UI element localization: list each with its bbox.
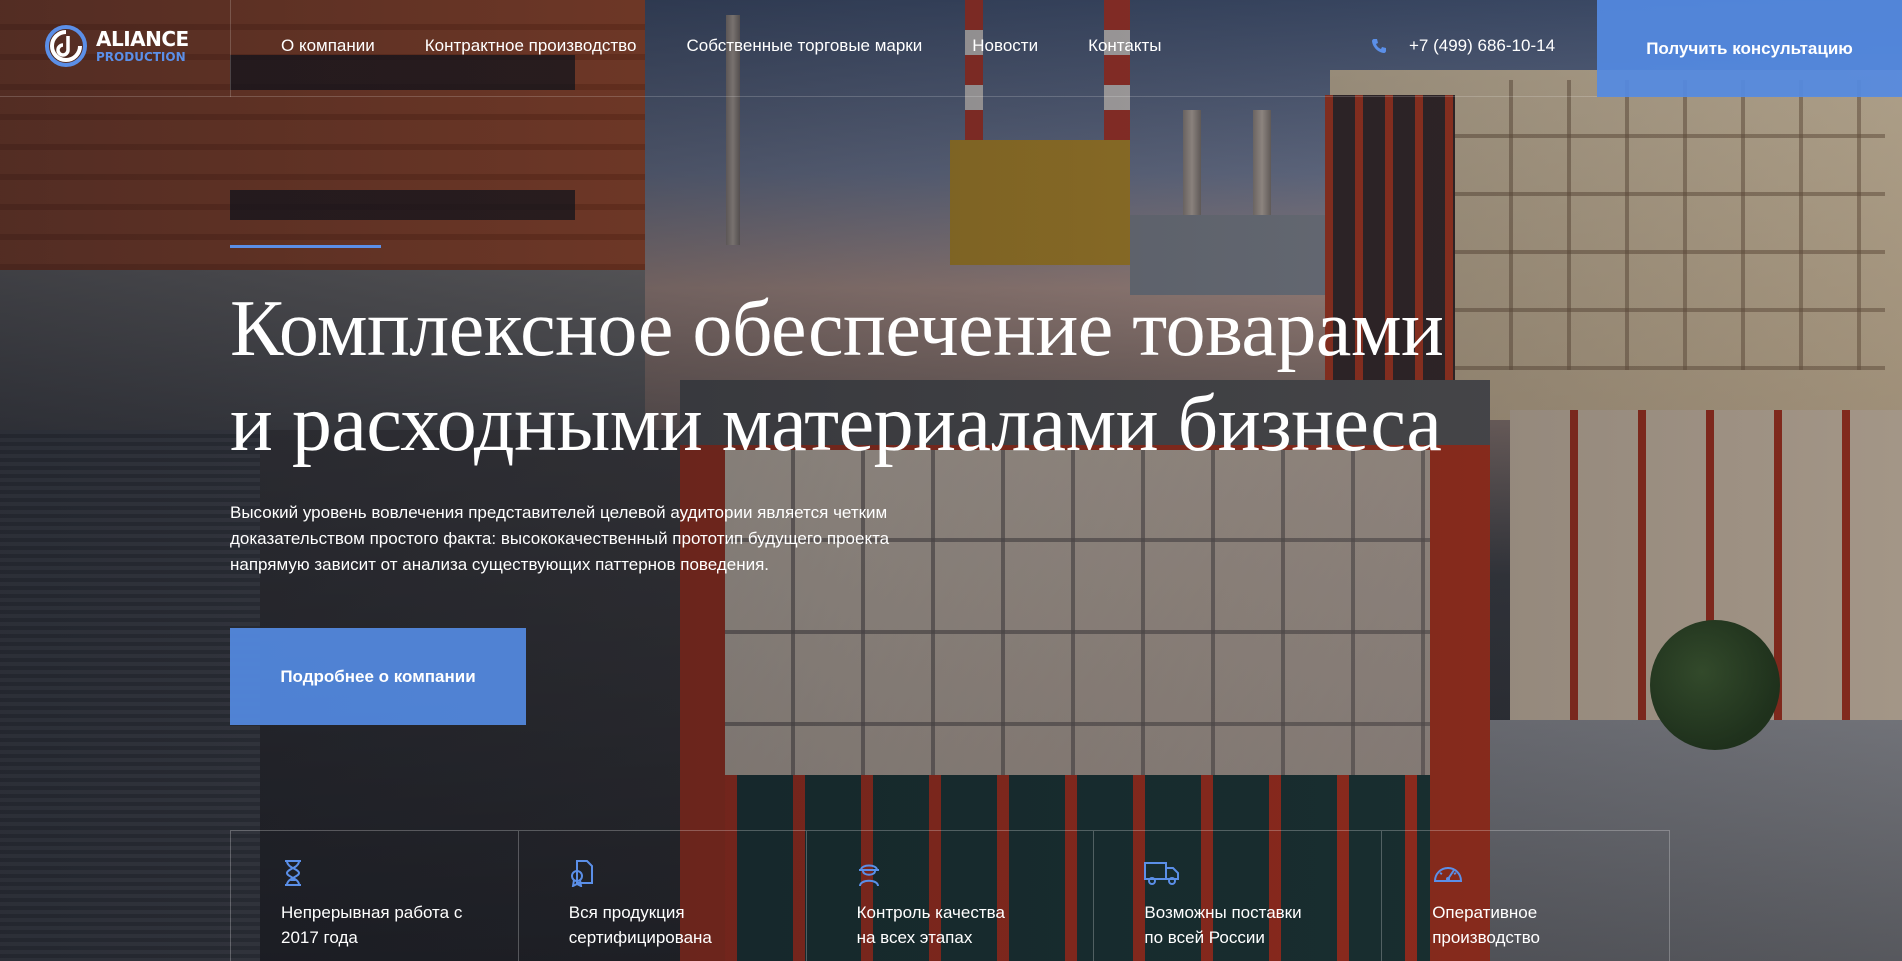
about-company-button[interactable]: Подробнее о компании <box>230 628 526 725</box>
feature-text-line: сертифицирована <box>568 928 712 947</box>
hero-description-line: напрямую зависит от анализа существующих… <box>230 555 770 574</box>
site-header: ALIANCE PRODUCTION О компании Контрактно… <box>0 0 1902 97</box>
nav-item-own-brands[interactable]: Собственные торговые марки <box>686 36 922 56</box>
feature-item: Вся продукция сертифицирована <box>519 831 807 961</box>
logo-name: ALIANCE <box>96 27 189 51</box>
feature-text-line: на всех этапах <box>856 928 973 947</box>
nav-item-about[interactable]: О компании <box>281 36 375 56</box>
feature-text-line: Возможны поставки <box>1144 903 1302 922</box>
hero-title-line: и расходными материалами бизнеса <box>230 380 1442 468</box>
phone-number[interactable]: +7 (499) 686-10-14 <box>1409 36 1555 56</box>
feature-text-line: Непрерывная работа с <box>281 903 463 922</box>
features-row: Непрерывная работа с 2017 года Вся проду… <box>230 830 1670 961</box>
feature-item: Оперативное производство <box>1382 831 1670 961</box>
hero-description-line: доказательством простого факта: высокока… <box>230 529 890 548</box>
get-consultation-button[interactable]: Получить консультацию <box>1597 0 1902 97</box>
header-phone[interactable]: +7 (499) 686-10-14 <box>1371 36 1555 56</box>
feature-text-line: по всей России <box>1144 928 1265 947</box>
worker-helmet-icon <box>858 864 879 887</box>
hero-title-line: Комплексное обеспечение товарами <box>230 285 1444 373</box>
header-divider <box>230 0 231 97</box>
logo-subtitle: PRODUCTION <box>96 50 186 64</box>
feature-text-line: Контроль качества <box>856 903 1005 922</box>
title-accent-line <box>230 245 381 248</box>
feature-text-line: Оперативное <box>1432 903 1538 922</box>
logo[interactable]: ALIANCE PRODUCTION <box>44 24 189 68</box>
feature-text-line: 2017 года <box>281 928 358 947</box>
hero-description: Высокий уровень вовлечения представителе… <box>230 500 930 578</box>
nav-item-contacts[interactable]: Контакты <box>1088 36 1161 56</box>
hero-background-image <box>0 0 1902 961</box>
nav-item-news[interactable]: Новости <box>972 36 1038 56</box>
main-nav: О компании Контрактное производство Собс… <box>281 36 1162 56</box>
hero-title: Комплексное обеспечение товарами и расхо… <box>230 282 1530 472</box>
phone-icon <box>1372 39 1386 53</box>
hero-description-line: Высокий уровень вовлечения представителе… <box>230 503 888 522</box>
feature-item: Контроль качества на всех этапах <box>807 831 1095 961</box>
logo-mark-icon <box>45 25 87 67</box>
speedometer-icon <box>1434 867 1463 882</box>
certificate-icon <box>570 860 593 888</box>
feature-text-line: Вся продукция <box>568 903 685 922</box>
delivery-truck-icon <box>1144 862 1180 885</box>
hourglass-icon <box>285 860 301 886</box>
feature-item: Возможны поставки по всей России <box>1094 831 1383 961</box>
nav-item-contract-production[interactable]: Контрактное производство <box>425 36 637 56</box>
feature-item: Непрерывная работа с 2017 года <box>231 831 519 961</box>
feature-text-line: производство <box>1432 928 1541 947</box>
